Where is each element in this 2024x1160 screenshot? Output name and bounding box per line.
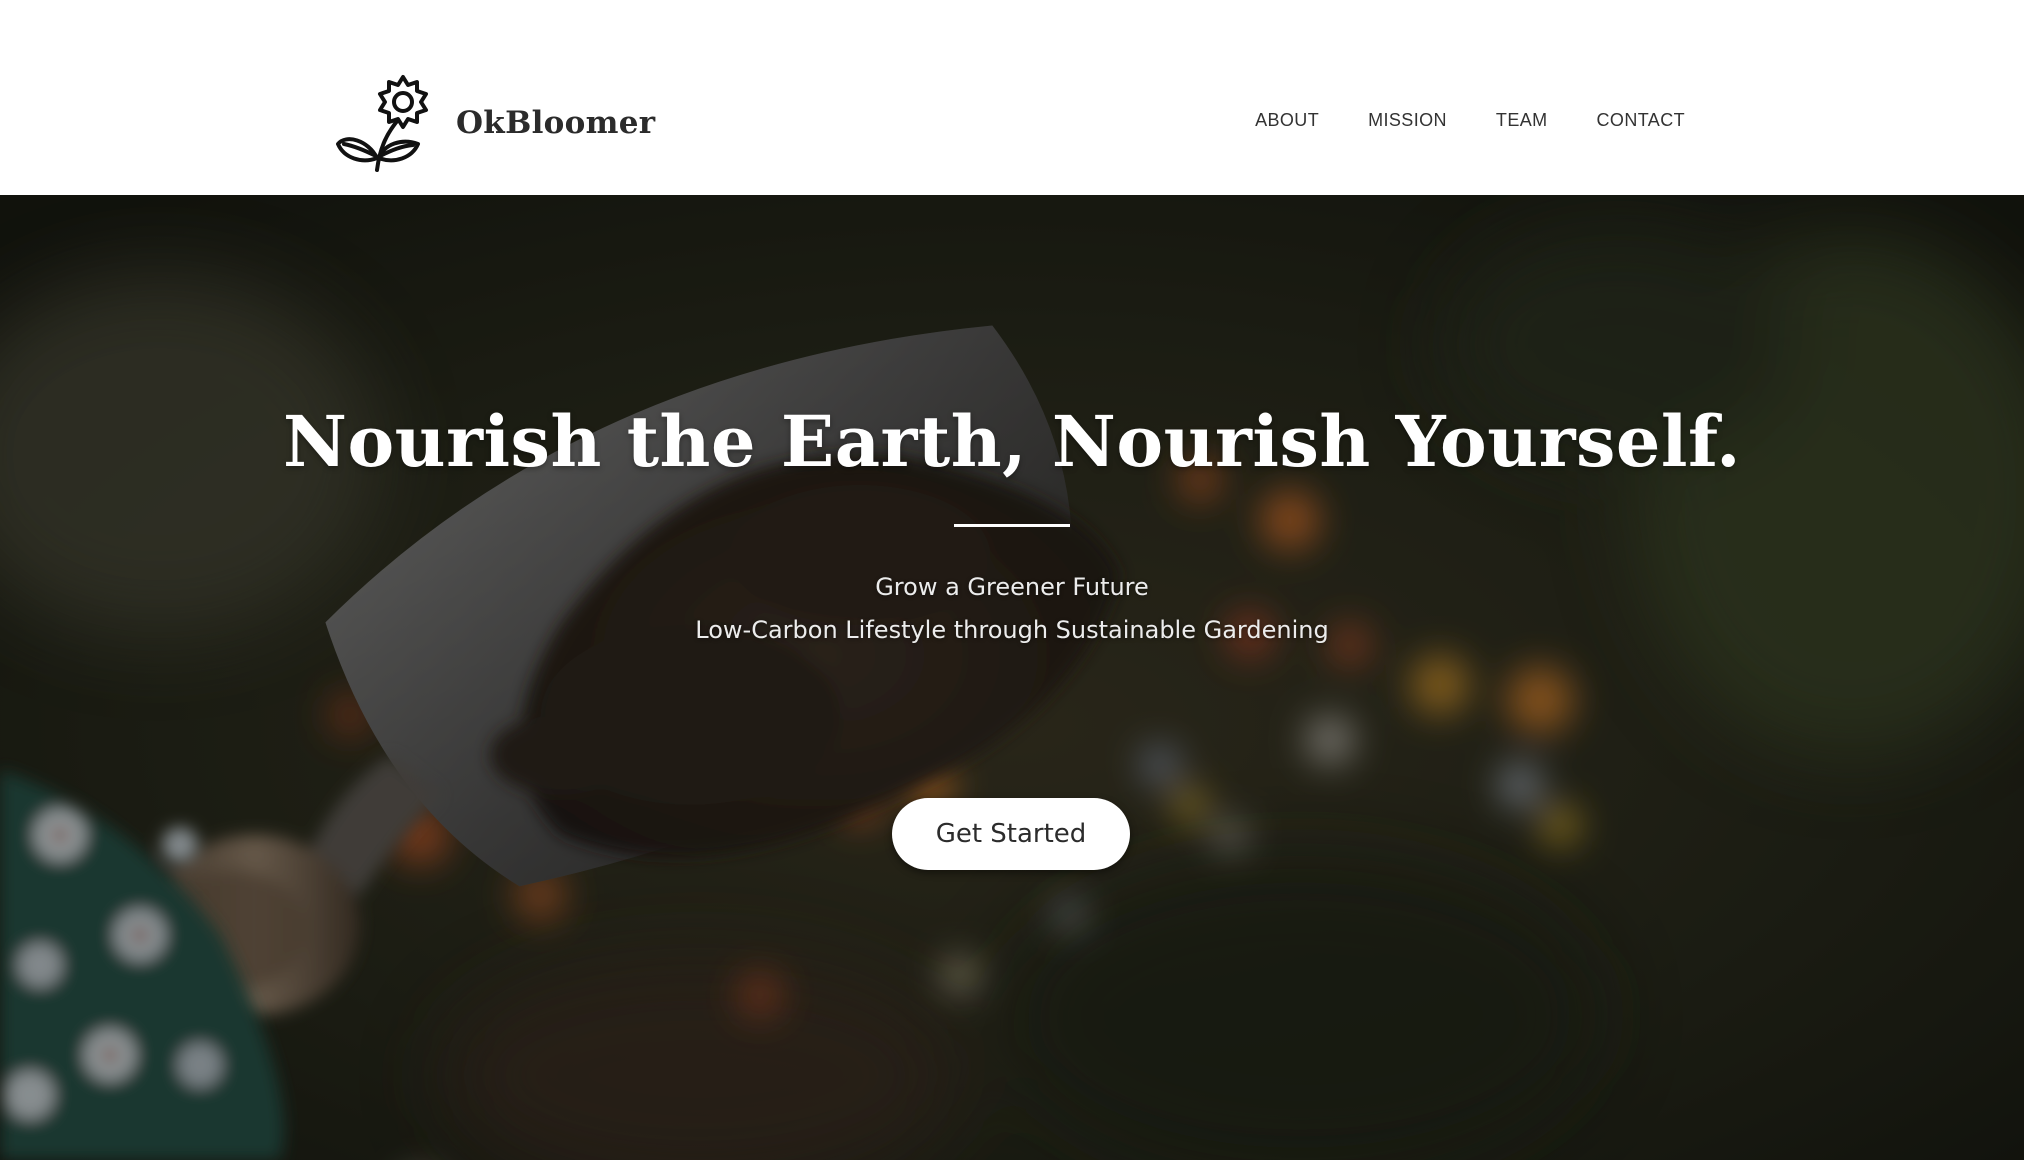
hero-content: Nourish the Earth, Nourish Yourself. Gro… [0, 195, 2024, 1160]
nav-team-link[interactable]: TEAM [1496, 110, 1548, 131]
nav-contact-link[interactable]: CONTACT [1597, 110, 1685, 131]
hero-section: Nourish the Earth, Nourish Yourself. Gro… [0, 195, 2024, 1160]
nav-mission-link[interactable]: MISSION [1368, 110, 1447, 131]
main-nav: ABOUT MISSION TEAM CONTACT [1255, 110, 1685, 131]
get-started-button[interactable]: Get Started [892, 798, 1130, 870]
brand-home-link[interactable]: OkBloomer [336, 74, 655, 172]
flower-logo-icon [336, 75, 428, 172]
nav-about-link[interactable]: ABOUT [1255, 110, 1319, 131]
hero-divider [954, 524, 1070, 527]
hero-subtitle-secondary: Low-Carbon Lifestyle through Sustainable… [695, 616, 1329, 644]
hero-subtitle-primary: Grow a Greener Future [875, 573, 1149, 601]
hero-title: Nourish the Earth, Nourish Yourself. [283, 400, 1741, 483]
brand-name: OkBloomer [456, 105, 656, 141]
site-header: OkBloomer ABOUT MISSION TEAM CONTACT [0, 0, 2024, 195]
